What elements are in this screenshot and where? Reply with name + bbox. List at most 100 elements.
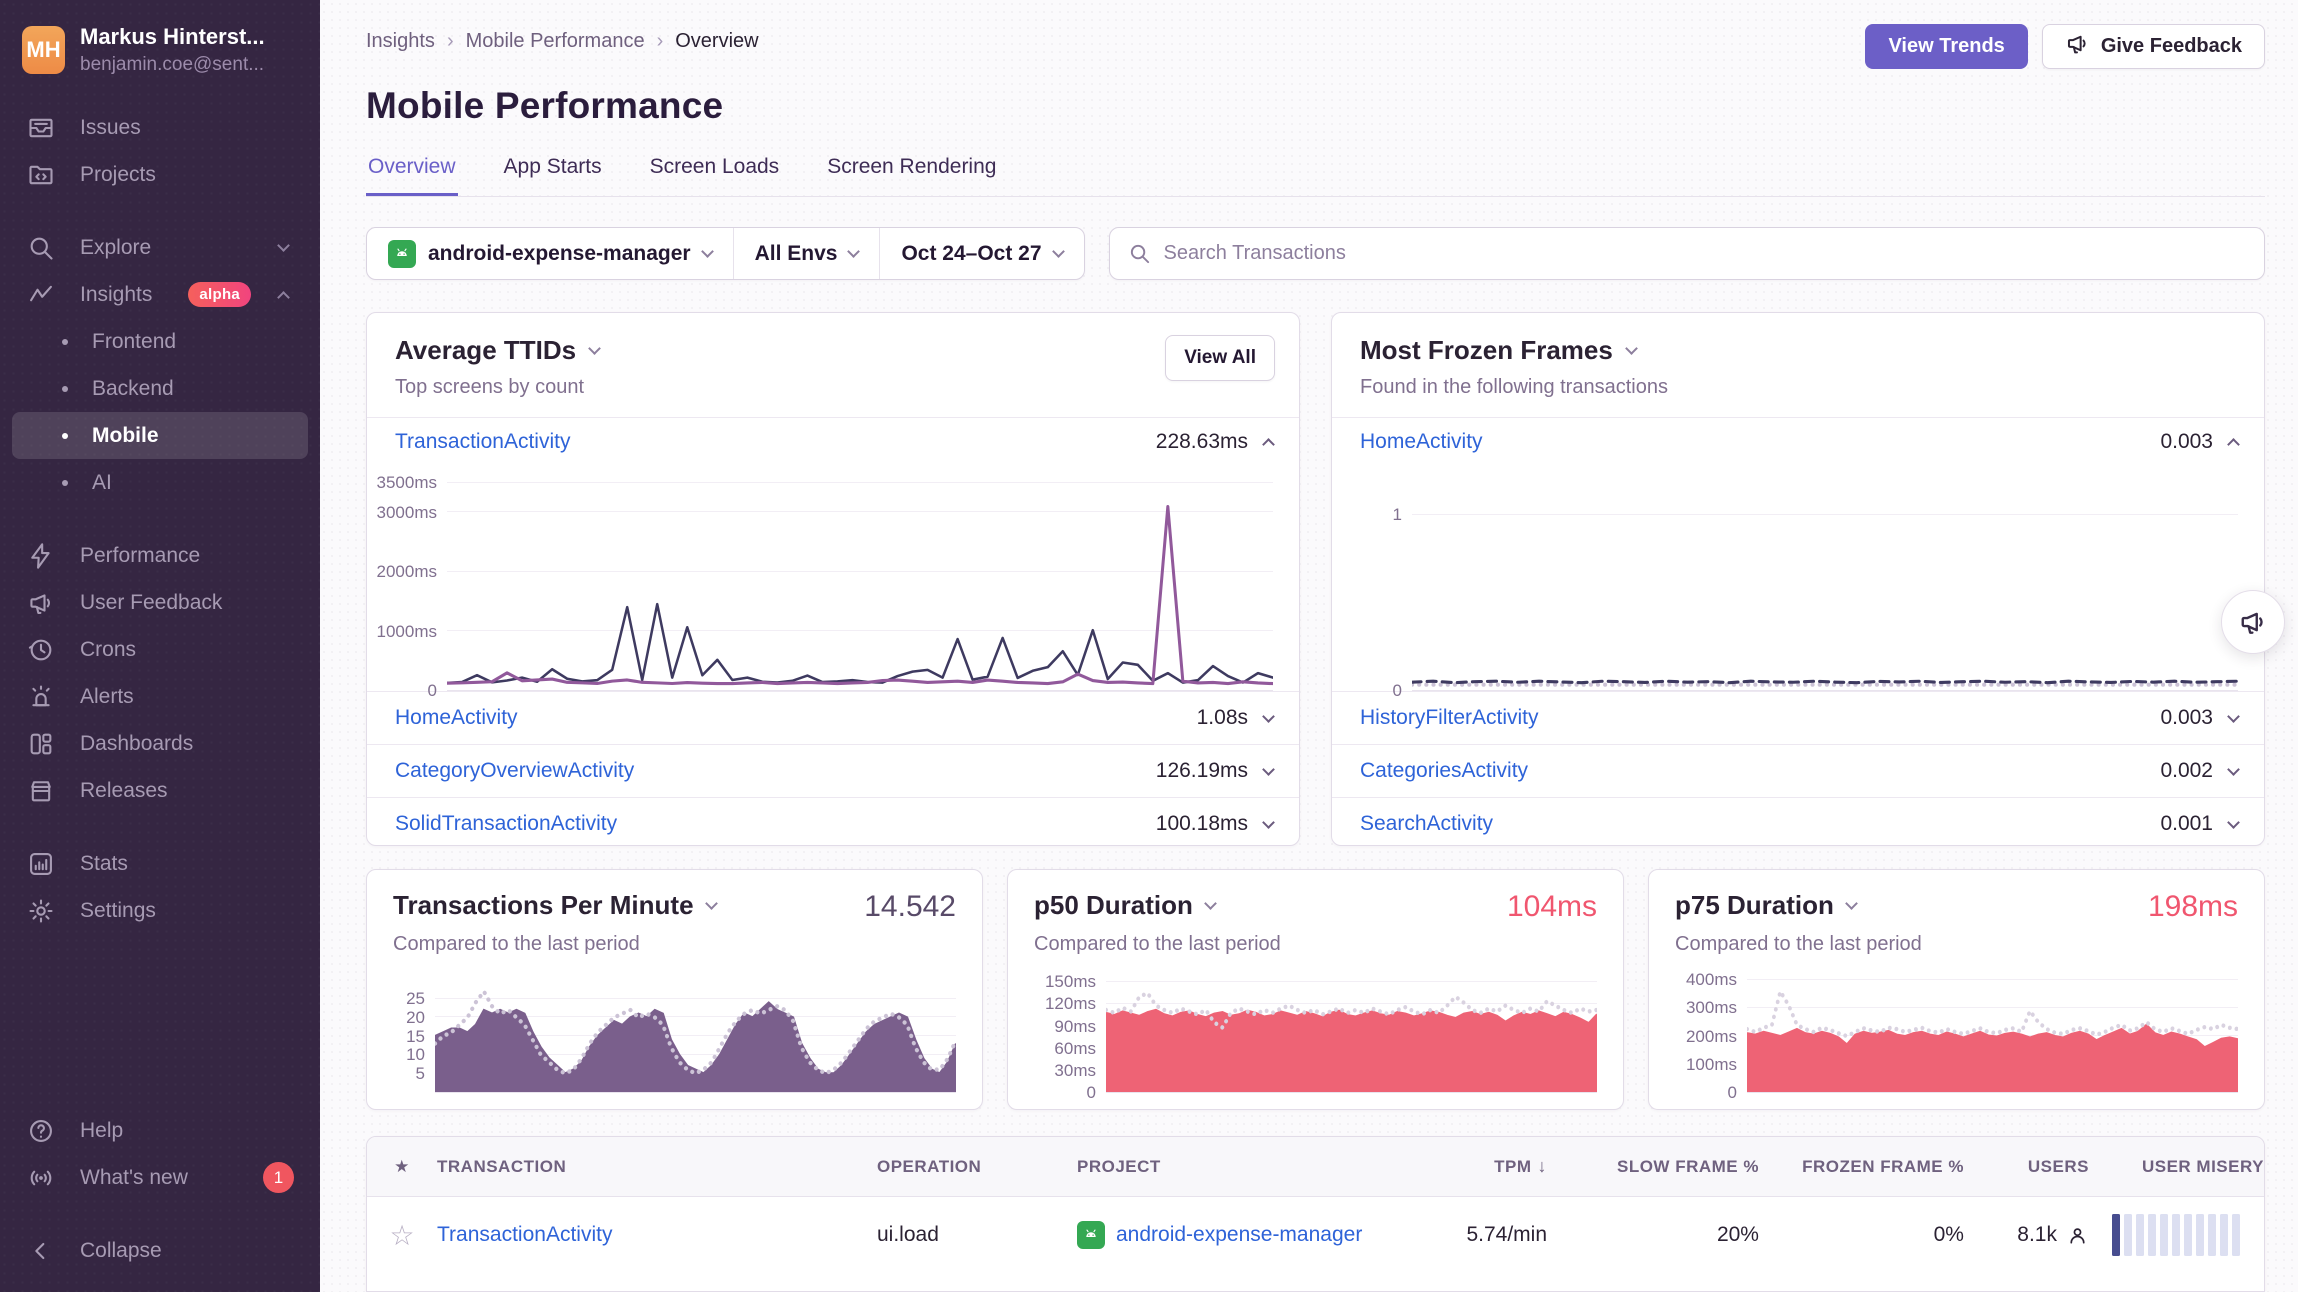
card-subtitle: Top screens by count xyxy=(395,376,1271,399)
chevron-down-icon[interactable] xyxy=(2227,710,2240,723)
chevron-down-icon[interactable] xyxy=(2227,816,2240,829)
axis-tick-label: 5 xyxy=(416,1064,425,1084)
screen-link[interactable]: HomeActivity xyxy=(395,706,518,730)
sidebar-item-mobile[interactable]: Mobile xyxy=(12,412,308,459)
sidebar-item-stats[interactable]: Stats xyxy=(12,840,308,887)
sidebar-item-issues[interactable]: Issues xyxy=(12,104,308,151)
sidebar-item-dashboards[interactable]: Dashboards xyxy=(12,720,308,767)
chevron-down-icon[interactable] xyxy=(1845,897,1858,910)
column-header-frozen[interactable]: FROZEN FRAME % xyxy=(1759,1157,1964,1177)
sidebar-item-help[interactable]: Help xyxy=(12,1107,308,1154)
card-title: Average TTIDs xyxy=(395,335,576,366)
sidebar-item-collapse[interactable]: Collapse xyxy=(12,1227,308,1274)
chart-plot xyxy=(435,969,956,1093)
transaction-link[interactable]: TransactionActivity xyxy=(437,1223,612,1247)
column-header-project[interactable]: PROJECT xyxy=(1077,1157,1407,1177)
screen-value: 0.003 xyxy=(2160,430,2213,454)
breadcrumb: Insights›Mobile Performance›Overview xyxy=(366,30,759,53)
chevron-down-icon[interactable] xyxy=(1625,342,1638,355)
screen-value: 0.001 xyxy=(2160,812,2213,836)
misery-bar xyxy=(2136,1214,2144,1256)
sidebar-item-ai[interactable]: AI xyxy=(12,459,308,506)
axis-tick-label: 1000ms xyxy=(377,622,437,642)
sidebar-item-explore[interactable]: Explore xyxy=(12,224,308,271)
sidebar-item-backend[interactable]: Backend xyxy=(12,365,308,412)
sidebar-item-settings[interactable]: Settings xyxy=(12,887,308,934)
chevron-down-icon[interactable] xyxy=(1204,897,1217,910)
sidebar-item-label: What's new xyxy=(80,1166,188,1190)
chart-canvas xyxy=(435,969,956,1092)
sidebar-item-alerts[interactable]: Alerts xyxy=(12,673,308,720)
chevron-down-icon[interactable] xyxy=(1262,763,1275,776)
screen-link[interactable]: SearchActivity xyxy=(1360,812,1493,836)
breadcrumb-link[interactable]: Insights xyxy=(366,30,435,53)
column-label: TPM xyxy=(1494,1157,1531,1177)
sidebar-item-crons[interactable]: Crons xyxy=(12,626,308,673)
chevron-up-icon[interactable] xyxy=(1262,438,1275,451)
date-range-filter[interactable]: Oct 24–Oct 27 xyxy=(879,228,1083,279)
sidebar-item-label: Crons xyxy=(80,638,136,662)
user-menu[interactable]: MH Markus Hinterst... benjamin.coe@sent.… xyxy=(22,24,298,76)
tab-app-starts[interactable]: App Starts xyxy=(502,155,604,196)
main-content: Insights›Mobile Performance›Overview Vie… xyxy=(320,0,2298,1292)
screen-row: HomeActivity1.08s xyxy=(367,691,1299,744)
screen-link[interactable]: SolidTransactionActivity xyxy=(395,812,617,836)
column-header-users[interactable]: USERS xyxy=(1964,1157,2089,1177)
chevron-up-icon[interactable] xyxy=(2227,438,2240,451)
screen-link[interactable]: HomeActivity xyxy=(1360,430,1483,454)
breadcrumb-separator: › xyxy=(447,30,454,53)
column-header-tpm[interactable]: TPM↓ xyxy=(1407,1156,1547,1177)
chart-canvas xyxy=(1412,471,2238,690)
give-feedback-label: Give Feedback xyxy=(2101,35,2242,58)
column-header-transaction[interactable]: TRANSACTION xyxy=(437,1157,877,1177)
sidebar-item-user-feedback[interactable]: User Feedback xyxy=(12,579,308,626)
sidebar-item-insights[interactable]: Insightsalpha xyxy=(12,271,308,318)
chevron-down-icon[interactable] xyxy=(705,897,718,910)
environment-filter[interactable]: All Envs xyxy=(733,228,880,279)
sidebar-item-projects[interactable]: Projects xyxy=(12,151,308,198)
tab-screen-rendering[interactable]: Screen Rendering xyxy=(825,155,998,196)
axis-tick-label: 20 xyxy=(406,1008,425,1028)
column-header-operation[interactable]: OPERATION xyxy=(877,1157,1077,1177)
avatar: MH xyxy=(22,26,65,74)
breadcrumb-link[interactable]: Mobile Performance xyxy=(466,30,645,53)
misery-bar xyxy=(2232,1214,2240,1256)
screen-value: 126.19ms xyxy=(1156,759,1248,783)
star-column-icon[interactable]: ★ xyxy=(367,1157,437,1177)
sidebar-item-releases[interactable]: Releases xyxy=(12,767,308,814)
screen-link[interactable]: HistoryFilterActivity xyxy=(1360,706,1539,730)
dashboards-icon xyxy=(26,729,56,759)
project-link[interactable]: android-expense-manager xyxy=(1116,1223,1362,1247)
view-trends-button[interactable]: View Trends xyxy=(1865,24,2027,69)
chevron-down-icon[interactable] xyxy=(1262,710,1275,723)
view-all-button[interactable]: View All xyxy=(1165,335,1275,381)
screen-link[interactable]: CategoriesActivity xyxy=(1360,759,1528,783)
page-filter-bar: android-expense-manager All Envs Oct 24–… xyxy=(366,227,1085,280)
card-subtitle: Compared to the last period xyxy=(1034,933,1597,956)
screen-link[interactable]: TransactionActivity xyxy=(395,430,570,454)
screen-value: 228.63ms xyxy=(1156,430,1248,454)
chart-plot xyxy=(1106,969,1597,1093)
sidebar-item-whats-new[interactable]: What's new1 xyxy=(12,1154,308,1201)
give-feedback-button[interactable]: Give Feedback xyxy=(2042,24,2265,69)
axis-tick-label: 30ms xyxy=(1054,1061,1096,1081)
column-header-misery[interactable]: USER MISERY xyxy=(2089,1157,2264,1177)
sidebar-item-performance[interactable]: Performance xyxy=(12,532,308,579)
help-icon xyxy=(26,1116,56,1146)
star-toggle[interactable]: ☆ xyxy=(367,1219,437,1252)
sidebar-item-frontend[interactable]: Frontend xyxy=(12,318,308,365)
table-header: ★TRANSACTIONOPERATIONPROJECTTPM↓SLOW FRA… xyxy=(367,1137,2264,1197)
axis-tick-label: 0 xyxy=(1728,1083,1737,1103)
user-misery-cell xyxy=(2089,1214,2264,1256)
feedback-widget-button[interactable] xyxy=(2221,590,2285,654)
project-filter[interactable]: android-expense-manager xyxy=(367,228,733,279)
tab-overview[interactable]: Overview xyxy=(366,155,458,196)
tab-screen-loads[interactable]: Screen Loads xyxy=(648,155,782,196)
search-input[interactable] xyxy=(1164,242,2246,265)
axis-tick-label: 3500ms xyxy=(377,473,437,493)
chevron-down-icon[interactable] xyxy=(1262,816,1275,829)
chevron-down-icon[interactable] xyxy=(2227,763,2240,776)
screen-link[interactable]: CategoryOverviewActivity xyxy=(395,759,634,783)
chevron-down-icon[interactable] xyxy=(588,342,601,355)
column-header-slow[interactable]: SLOW FRAME % xyxy=(1547,1157,1759,1177)
